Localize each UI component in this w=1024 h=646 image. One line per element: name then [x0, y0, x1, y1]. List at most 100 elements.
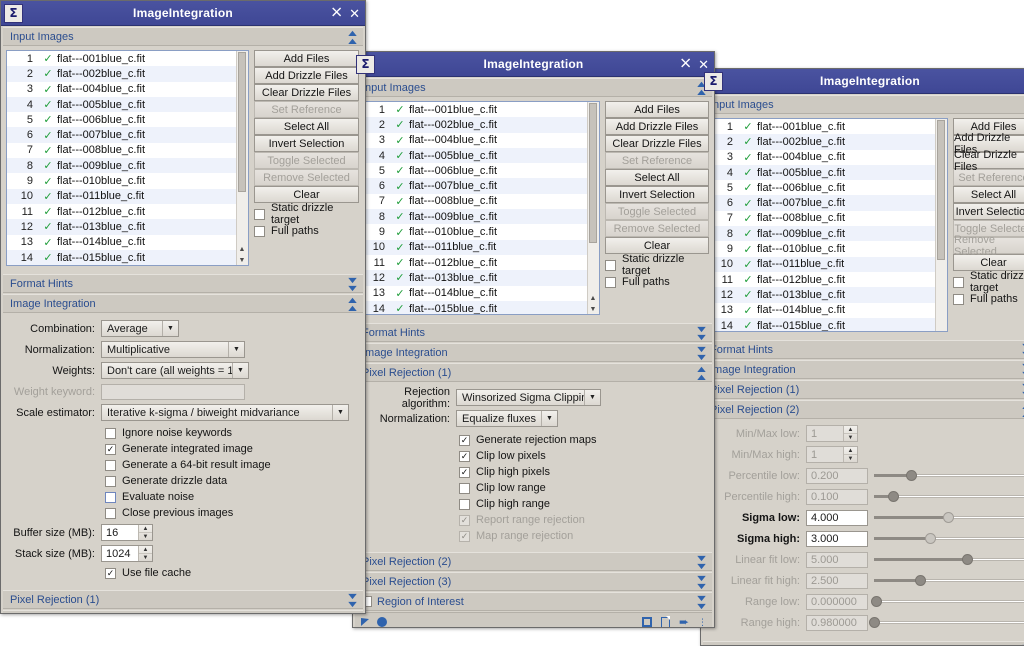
section-header-region-of-interest-2[interactable]: Region of Interest ▼ ▼	[355, 592, 712, 611]
checkbox[interactable]: ✓	[105, 443, 116, 455]
row-enabled-checkmark-icon[interactable]: ✓	[739, 258, 757, 271]
chevron-down-icon[interactable]: ▼▼	[694, 324, 708, 341]
row-enabled-checkmark-icon[interactable]: ✓	[739, 166, 757, 179]
weights-select[interactable]: Don't care (all weights = 1) ▼	[101, 362, 249, 379]
chevron-up-icon[interactable]: ▲▲	[694, 364, 708, 381]
row-enabled-checkmark-icon[interactable]: ✓	[739, 319, 757, 331]
row-enabled-checkmark-icon[interactable]: ✓	[39, 175, 57, 188]
circle-apply-global-icon[interactable]	[377, 617, 387, 627]
row-enabled-checkmark-icon[interactable]: ✓	[39, 67, 57, 80]
use-file-cache-checkbox[interactable]: ✓	[105, 567, 116, 579]
slider-thumb[interactable]	[961, 554, 973, 565]
file-list-row[interactable]: 2 ✓ flat---002blue_c.fit	[359, 117, 599, 133]
file-list-row[interactable]: 12 ✓ flat---013blue_c.fit	[707, 287, 947, 303]
checkbox[interactable]: ✓	[459, 450, 470, 462]
invert-selection-button[interactable]: Invert Selection	[953, 203, 1024, 220]
file-list-row[interactable]: 5 ✓ flat---006blue_c.fit	[707, 180, 947, 195]
chevron-down-icon[interactable]: ▼▼	[345, 591, 359, 608]
scrollbar-thumb[interactable]	[589, 103, 597, 243]
file-list-row[interactable]: 2 ✓ flat---002blue_c.fit	[707, 134, 947, 150]
stack-size-stepper[interactable]: 1024 ▲ ▼	[101, 545, 153, 562]
triangle-apply-icon[interactable]	[361, 618, 369, 626]
row-enabled-checkmark-icon[interactable]: ✓	[391, 195, 409, 208]
section-header-pixel-rejection-3-3[interactable]: Pixel Rejection (3) ▼▼	[703, 641, 1024, 645]
slider[interactable]	[874, 467, 1024, 484]
row-enabled-checkmark-icon[interactable]: ✓	[391, 118, 409, 131]
checkbox[interactable]	[953, 293, 964, 305]
section-header-pixel-rejection-2-2[interactable]: Pixel Rejection (2) ▼ ▼	[355, 552, 712, 571]
section-header-input-images-3[interactable]: Input Images	[703, 95, 1024, 114]
file-list-row[interactable]: 2 ✓ flat---002blue_c.fit	[7, 66, 248, 82]
file-list-row[interactable]: 13 ✓ flat---014blue_c.fit	[7, 235, 248, 250]
row-enabled-checkmark-icon[interactable]: ✓	[739, 273, 757, 286]
row-enabled-checkmark-icon[interactable]: ✓	[739, 304, 757, 317]
scroll-up-icon[interactable]: ▲	[589, 295, 597, 302]
ignore-noise-keywords-row[interactable]: Ignore noise keywords	[105, 425, 360, 441]
stepper-buttons[interactable]: ▲ ▼	[843, 426, 857, 441]
file-list-row[interactable]: 12 ✓ flat---013blue_c.fit	[359, 270, 599, 286]
file-list-row[interactable]: 11 ✓ flat---012blue_c.fit	[359, 255, 599, 270]
file-list-row[interactable]: 5 ✓ flat---006blue_c.fit	[7, 112, 248, 127]
value-input[interactable]: 4.000	[806, 509, 868, 526]
normalization-select[interactable]: Multiplicative ▼	[101, 341, 245, 358]
file-list-1[interactable]: 1 ✓ flat---001blue_c.fit 2 ✓ flat---002blue_c…	[6, 50, 249, 266]
file-list-scrollbar-2[interactable]: ▲ ▼	[587, 102, 599, 314]
row-enabled-checkmark-icon[interactable]: ✓	[391, 287, 409, 300]
checkbox[interactable]: ✓	[459, 466, 470, 478]
section-header-input-images-1[interactable]: Input Images ▲ ▲	[3, 27, 363, 46]
slider-thumb[interactable]	[925, 533, 936, 544]
close-icon[interactable]: ✕	[349, 7, 360, 20]
file-list-row[interactable]: 14 ✓ flat---015blue_c.fit	[707, 317, 947, 331]
checkbox[interactable]: ✓	[459, 434, 470, 446]
file-list-row[interactable]: 9 ✓ flat---010blue_c.fit	[7, 173, 248, 188]
chevron-up-icon[interactable]: ▲▲	[345, 295, 359, 312]
file-list-row[interactable]: 6 ✓ flat---007blue_c.fit	[359, 178, 599, 194]
file-list-scrollbar-3[interactable]	[935, 119, 947, 331]
checkbox[interactable]	[953, 276, 964, 288]
section-header-image-integration-2[interactable]: Image Integration ▼ ▼	[355, 343, 712, 362]
rollup-icon[interactable]: ⨉	[332, 7, 341, 19]
section-header-pixel-rejection-3-2[interactable]: Pixel Rejection (3) ▼ ▼	[355, 572, 712, 591]
slider-thumb[interactable]	[888, 491, 900, 502]
file-list-row[interactable]: 5 ✓ flat---006blue_c.fit	[359, 163, 599, 178]
file-list-row[interactable]: 11 ✓ flat---012blue_c.fit	[7, 204, 248, 219]
titlebar-1[interactable]: Σ ImageIntegration ⨉ ✕	[1, 1, 365, 26]
file-list-row[interactable]: 13 ✓ flat---014blue_c.fit	[707, 303, 947, 318]
row-enabled-checkmark-icon[interactable]: ✓	[39, 98, 57, 111]
checkbox[interactable]	[605, 276, 616, 288]
row-enabled-checkmark-icon[interactable]: ✓	[739, 212, 757, 225]
row-enabled-checkmark-icon[interactable]: ✓	[39, 236, 57, 249]
stepper-buttons[interactable]: ▲ ▼	[138, 546, 152, 561]
file-list-row[interactable]: 7 ✓ flat---008blue_c.fit	[7, 143, 248, 158]
square-reset-icon[interactable]	[641, 617, 652, 627]
row-enabled-checkmark-icon[interactable]: ✓	[739, 288, 757, 301]
generate-drizzle-data-row[interactable]: Generate drizzle data	[105, 473, 360, 489]
window-imageintegration-1[interactable]: Σ ImageIntegration ⨉ ✕ Input Images ▲ ▲ 1…	[0, 0, 366, 614]
section-header-image-integration-3[interactable]: Image Integration ▼▼	[703, 360, 1024, 379]
titlebar-3[interactable]: Σ ImageIntegration	[701, 69, 1024, 94]
clear-drizzle-files-button[interactable]: Clear Drizzle Files	[605, 135, 709, 152]
row-enabled-checkmark-icon[interactable]: ✓	[391, 271, 409, 284]
section-header-pixel-rejection-1-1[interactable]: Pixel Rejection (1) ▼ ▼	[3, 590, 363, 609]
checkbox[interactable]	[254, 225, 265, 237]
row-enabled-checkmark-icon[interactable]: ✓	[739, 197, 757, 210]
file-list-row[interactable]: 11 ✓ flat---012blue_c.fit	[707, 272, 947, 287]
clear-button[interactable]: Clear	[254, 186, 359, 203]
close-previous-images-row[interactable]: Close previous images	[105, 505, 360, 521]
file-list-row[interactable]: 4 ✓ flat---005blue_c.fit	[707, 164, 947, 181]
clip-low-pixels-row[interactable]: ✓ Clip low pixels	[459, 448, 709, 464]
stepper-buttons[interactable]: ▲ ▼	[138, 525, 152, 540]
generate-rejection-maps-row[interactable]: ✓ Generate rejection maps	[459, 432, 709, 448]
chevron-up-icon[interactable]: ▲▲	[345, 28, 359, 45]
row-enabled-checkmark-icon[interactable]: ✓	[39, 205, 57, 218]
row-enabled-checkmark-icon[interactable]: ✓	[739, 135, 757, 148]
file-list-row[interactable]: 14 ✓ flat---015blue_c.fit	[359, 300, 599, 314]
select-all-button[interactable]: Select All	[254, 118, 359, 135]
slider-thumb[interactable]	[942, 512, 954, 523]
row-enabled-checkmark-icon[interactable]: ✓	[391, 302, 409, 314]
clip-high-pixels-row[interactable]: ✓ Clip high pixels	[459, 464, 709, 480]
slider[interactable]	[874, 572, 1024, 589]
row-enabled-checkmark-icon[interactable]: ✓	[739, 243, 757, 256]
pr1-normalization-select[interactable]: Equalize fluxes ▼	[456, 410, 558, 427]
file-list-row[interactable]: 3 ✓ flat---004blue_c.fit	[707, 150, 947, 165]
